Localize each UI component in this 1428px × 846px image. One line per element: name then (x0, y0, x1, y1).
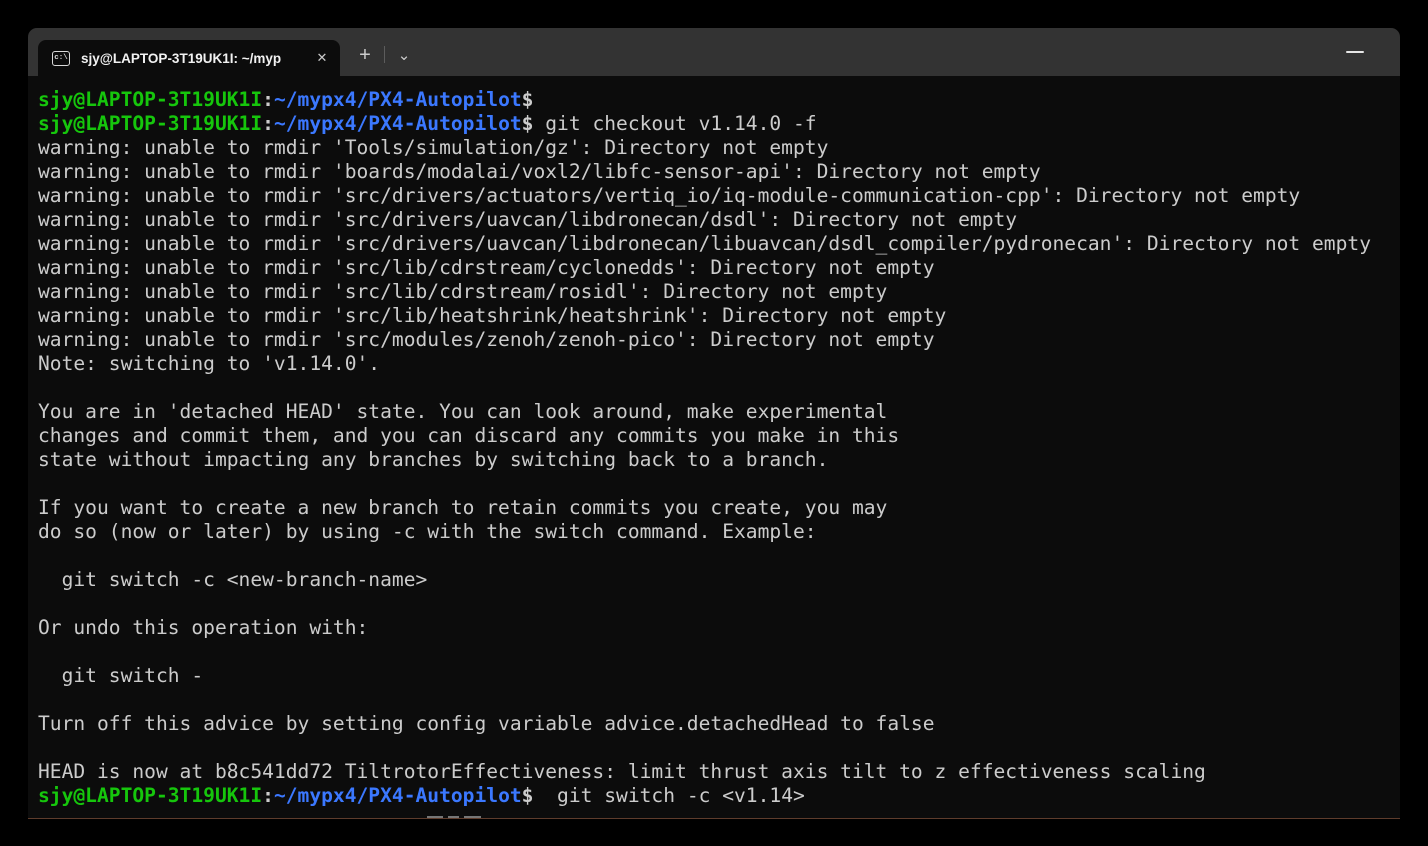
titlebar[interactable]: c:\ sjy@LAPTOP-3T19UK1I: ~/myp ✕ + ⌄ (28, 28, 1400, 76)
terminal-line: warning: unable to rmdir 'src/lib/cdrstr… (38, 280, 1400, 304)
terminal-line: You are in 'detached HEAD' state. You ca… (38, 400, 1400, 424)
terminal-content[interactable]: sjy@LAPTOP-3T19UK1I:~/mypx4/PX4-Autopilo… (28, 76, 1400, 808)
terminal-line: warning: unable to rmdir 'src/lib/heatsh… (38, 304, 1400, 328)
terminal-line: state without impacting any branches by … (38, 448, 1400, 472)
terminal-line (38, 736, 1400, 760)
command-prompt-icon: c:\ (52, 51, 70, 66)
terminal-line (38, 376, 1400, 400)
terminal-window: c:\ sjy@LAPTOP-3T19UK1I: ~/myp ✕ + ⌄ sjy… (28, 28, 1400, 819)
terminal-tab[interactable]: c:\ sjy@LAPTOP-3T19UK1I: ~/myp ✕ (38, 40, 340, 76)
tab-title: sjy@LAPTOP-3T19UK1I: ~/myp (81, 51, 310, 66)
terminal-line: Note: switching to 'v1.14.0'. (38, 352, 1400, 376)
terminal-line (38, 472, 1400, 496)
terminal-line: Or undo this operation with: (38, 616, 1400, 640)
terminal-line: warning: unable to rmdir 'src/lib/cdrstr… (38, 256, 1400, 280)
tab-dropdown-button[interactable]: ⌄ (390, 40, 418, 70)
minimize-icon (1346, 51, 1364, 53)
terminal-line: warning: unable to rmdir 'src/drivers/ua… (38, 208, 1400, 232)
terminal-line: warning: unable to rmdir 'src/drivers/ac… (38, 184, 1400, 208)
terminal-line (38, 592, 1400, 616)
tab-strip-separator (384, 46, 385, 63)
terminal-line: HEAD is now at b8c541dd72 TiltrotorEffec… (38, 760, 1400, 784)
terminal-line: git switch - (38, 664, 1400, 688)
terminal-line: warning: unable to rmdir 'boards/modalai… (38, 160, 1400, 184)
terminal-line: changes and commit them, and you can dis… (38, 424, 1400, 448)
clipped-line-remnant (28, 816, 1400, 819)
new-tab-button[interactable]: + (350, 40, 380, 70)
tab-close-icon[interactable]: ✕ (310, 46, 334, 70)
terminal-line: If you want to create a new branch to re… (38, 496, 1400, 520)
terminal-line: sjy@LAPTOP-3T19UK1I:~/mypx4/PX4-Autopilo… (38, 88, 1400, 112)
terminal-line: warning: unable to rmdir 'Tools/simulati… (38, 136, 1400, 160)
terminal-line (38, 544, 1400, 568)
terminal-line: do so (now or later) by using -c with th… (38, 520, 1400, 544)
terminal-line (38, 640, 1400, 664)
terminal-line: Turn off this advice by setting config v… (38, 712, 1400, 736)
terminal-line: sjy@LAPTOP-3T19UK1I:~/mypx4/PX4-Autopilo… (38, 784, 1400, 808)
terminal-line: warning: unable to rmdir 'src/modules/ze… (38, 328, 1400, 352)
terminal-line: warning: unable to rmdir 'src/drivers/ua… (38, 232, 1400, 256)
minimize-button[interactable] (1332, 28, 1378, 76)
terminal-line (38, 688, 1400, 712)
terminal-line: sjy@LAPTOP-3T19UK1I:~/mypx4/PX4-Autopilo… (38, 112, 1400, 136)
terminal-line: git switch -c <new-branch-name> (38, 568, 1400, 592)
